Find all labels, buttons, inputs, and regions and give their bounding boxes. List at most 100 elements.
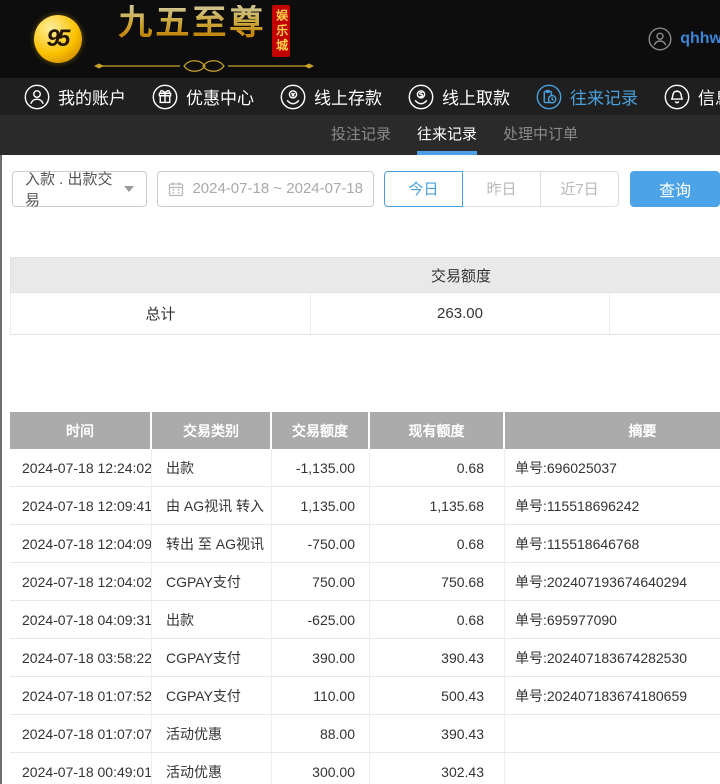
cell-time: 2024-07-18 12:24:02 (10, 449, 152, 486)
today-button[interactable]: 今日 (384, 171, 463, 207)
cell-memo: 单号:202407193674640294 (505, 563, 720, 600)
user-avatar-icon (648, 27, 672, 51)
table-row: 2024-07-18 04:09:31 出款 -625.00 0.68 单号:6… (10, 601, 720, 639)
summary-total-label: 总计 (10, 293, 310, 334)
cell-balance: 750.68 (370, 563, 505, 600)
chevron-down-icon (124, 186, 134, 192)
nav-label: 我的账户 (58, 84, 126, 109)
nav-label: 信息 (698, 84, 720, 109)
brand-text-block: 九五至尊 娱乐城 (94, 5, 314, 73)
col-header-memo: 摘要 (505, 412, 720, 449)
page-left-edge-divider (0, 155, 2, 784)
cell-amount: -625.00 (272, 601, 370, 638)
brand-logo-badge-icon: 95 (34, 15, 82, 63)
bell-icon (664, 84, 690, 110)
deposit-icon (280, 84, 306, 110)
cell-time: 2024-07-18 03:58:22 (10, 639, 152, 676)
cell-memo: 单号:115518696242 (505, 487, 720, 524)
cell-amount: 390.00 (272, 639, 370, 676)
cell-type: 活动优惠 (152, 753, 272, 784)
cell-time: 2024-07-18 01:07:52 (10, 677, 152, 714)
user-icon (24, 84, 50, 110)
cell-time: 2024-07-18 12:04:09 (10, 525, 152, 562)
cell-time: 2024-07-18 04:09:31 (10, 601, 152, 638)
cell-balance: 0.68 (370, 601, 505, 638)
col-header-type: 交易类别 (152, 412, 272, 449)
summary-total-value: 263.00 (310, 293, 610, 334)
date-range-input[interactable]: 2024-07-18 ~ 2024-07-18 (157, 171, 374, 207)
summary-header-row: 交易额度 (10, 257, 720, 293)
table-header-row: 时间 交易类别 交易额度 现有额度 摘要 (10, 412, 720, 449)
cell-type: CGPAY支付 (152, 677, 272, 714)
brand-logo[interactable]: 95 九五至尊 娱乐城 (34, 5, 314, 73)
table-row: 2024-07-18 03:58:22 CGPAY支付 390.00 390.4… (10, 639, 720, 677)
cell-type: 出款 (152, 601, 272, 638)
cell-amount: 1,135.00 (272, 487, 370, 524)
gift-icon (152, 84, 178, 110)
cell-time: 2024-07-18 00:49:01 (10, 753, 152, 784)
col-header-amount: 交易额度 (272, 412, 370, 449)
withdraw-icon (408, 84, 434, 110)
cell-amount: 300.00 (272, 753, 370, 784)
brand-badge-text: 95 (47, 25, 68, 53)
nav-item-deposit[interactable]: 线上存款 (280, 84, 382, 110)
user-area[interactable]: qhhw (648, 27, 720, 51)
nav-item-withdraw[interactable]: 线上取款 (408, 84, 510, 110)
cell-amount: 88.00 (272, 715, 370, 752)
cell-balance: 0.68 (370, 525, 505, 562)
tab-pending-orders[interactable]: 处理中订单 (490, 115, 591, 155)
yesterday-button[interactable]: 昨日 (462, 171, 541, 207)
search-button[interactable]: 查询 (630, 171, 720, 207)
page: 95 九五至尊 娱乐城 (0, 0, 720, 784)
transactions-table: 时间 交易类别 交易额度 现有额度 摘要 2024-07-18 12:24:02… (10, 412, 720, 784)
record-tabs: 投注记录 往来记录 处理中订单 (0, 115, 720, 155)
table-row: 2024-07-18 12:04:09 转出 至 AG视讯 -750.00 0.… (10, 525, 720, 563)
cell-memo: 单号:115518646768 (505, 525, 720, 562)
cell-type: 转出 至 AG视讯 (152, 525, 272, 562)
cell-balance: 1,135.68 (370, 487, 505, 524)
cell-type: 由 AG视讯 转入 (152, 487, 272, 524)
cell-memo: 单号:202407183674282530 (505, 639, 720, 676)
transaction-type-value: 入款 . 出款交易 (25, 168, 124, 210)
brand-subtitle: 娱乐城 (272, 5, 289, 57)
cell-memo: 单号:696025037 (505, 449, 720, 486)
username-text[interactable]: qhhw (680, 30, 720, 48)
tab-transaction-records[interactable]: 往来记录 (404, 115, 490, 155)
quick-date-button-group: 今日 昨日 近7日 (384, 171, 619, 207)
table-row: 2024-07-18 00:49:01 活动优惠 300.00 302.43 (10, 753, 720, 784)
cell-time: 2024-07-18 12:09:41 (10, 487, 152, 524)
nav-label: 优惠中心 (186, 84, 254, 109)
nav-label: 线上存款 (314, 84, 382, 109)
cell-type: CGPAY支付 (152, 563, 272, 600)
cell-memo (505, 753, 720, 784)
nav-label: 往来记录 (570, 84, 638, 109)
table-row: 2024-07-18 12:24:02 出款 -1,135.00 0.68 单号… (10, 449, 720, 487)
app-header: 95 九五至尊 娱乐城 (0, 0, 720, 78)
cell-type: 活动优惠 (152, 715, 272, 752)
cell-balance: 0.68 (370, 449, 505, 486)
summary-table: 交易额度 总计 263.00 (10, 257, 720, 335)
transaction-type-select[interactable]: 入款 . 出款交易 (12, 171, 147, 207)
nav-item-messages[interactable]: 信息 (664, 84, 720, 110)
main-nav: 我的账户 优惠中心 线上存款 (0, 78, 720, 115)
summary-empty-cell (610, 293, 720, 334)
table-row: 2024-07-18 12:04:02 CGPAY支付 750.00 750.6… (10, 563, 720, 601)
cell-balance: 390.43 (370, 639, 505, 676)
last7days-button[interactable]: 近7日 (540, 171, 619, 207)
tab-betting-records[interactable]: 投注记录 (318, 115, 404, 155)
summary-amount-header: 交易额度 (311, 265, 611, 286)
brand-name: 九五至尊 (118, 5, 266, 42)
nav-item-my-account[interactable]: 我的账户 (24, 84, 126, 110)
cell-amount: -1,135.00 (272, 449, 370, 486)
table-row: 2024-07-18 01:07:07 活动优惠 88.00 390.43 (10, 715, 720, 753)
transactions-icon (536, 84, 562, 110)
calendar-icon (168, 181, 184, 197)
nav-item-transactions[interactable]: 往来记录 (536, 84, 638, 110)
flourish-ornament-icon (94, 59, 314, 73)
cell-balance: 302.43 (370, 753, 505, 784)
nav-label: 线上取款 (442, 84, 510, 109)
cell-memo: 单号:695977090 (505, 601, 720, 638)
table-row: 2024-07-18 01:07:52 CGPAY支付 110.00 500.4… (10, 677, 720, 715)
cell-time: 2024-07-18 01:07:07 (10, 715, 152, 752)
nav-item-promotions[interactable]: 优惠中心 (152, 84, 254, 110)
